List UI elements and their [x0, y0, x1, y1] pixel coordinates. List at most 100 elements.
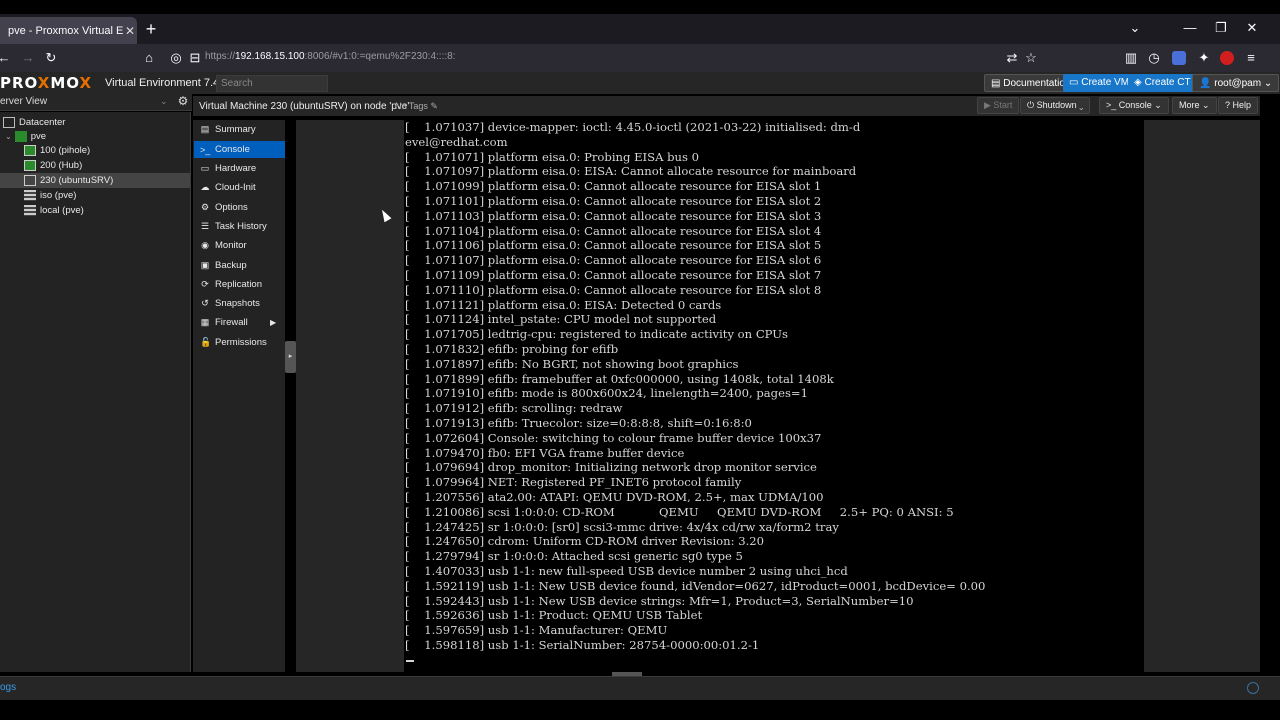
console-line: [ 1.071912] efifb: scrolling: redraw [405, 401, 623, 416]
tree-item-vm-230[interactable]: 230 (ubuntuSRV) [24, 173, 113, 188]
console-line: [ 1.072604] Console: switching to colour… [405, 430, 822, 445]
menu-item-options[interactable]: ⚙ Options [194, 199, 285, 216]
search-input[interactable]: Search [216, 75, 328, 92]
gear-icon[interactable]: ⚙ [175, 94, 191, 110]
lock-icon[interactable]: ⊟ [187, 50, 203, 66]
history-icon: ↺ [201, 298, 209, 308]
retweet-icon: ⟳ [201, 279, 209, 289]
tags-label[interactable]: No Tags ✎ [395, 101, 438, 112]
tree-item-vm-100[interactable]: 100 (pihole) [24, 143, 90, 158]
menu-item-console[interactable]: >_ Console [194, 141, 285, 158]
console-line: [ 1.247425] sr 1:0:0:0: [sr0] scsi3-mmc … [405, 519, 839, 534]
pve-header: PROXMOX Virtual Environment 7.4-3 Search… [0, 72, 1280, 94]
create-ct-button[interactable]: ◈ Create CT [1128, 74, 1197, 92]
bookmark-star-icon[interactable]: ☆ [1023, 50, 1039, 66]
proxmox-logo[interactable]: PROXMOX [0, 74, 92, 92]
record-extension-icon[interactable] [1220, 51, 1234, 65]
close-tab-icon[interactable]: ✕ [123, 24, 137, 38]
vm-running-icon [24, 160, 36, 171]
menu-item-task-history[interactable]: ☰ Task History [194, 218, 285, 235]
console-line: [ 1.207556] ata2.00: ATAPI: QEMU DVD-ROM… [405, 490, 824, 504]
user-menu-button[interactable]: 👤 root@pam ⌄ [1192, 74, 1280, 92]
reload-icon[interactable]: ↻ [43, 50, 59, 66]
tree-item-storage-local[interactable]: local (pve) [24, 203, 84, 218]
pencil-icon: ✎ [430, 101, 438, 111]
gear-icon: ⚙ [200, 202, 210, 212]
create-vm-button[interactable]: ▭ Create VM [1063, 74, 1136, 92]
chevron-down-icon[interactable]: ⌄ [160, 96, 168, 107]
console-line: [ 1.279794] sr 1:0:0:0: Attached scsi ge… [405, 549, 743, 564]
vm-icon [24, 175, 36, 186]
sidebar-icon[interactable]: ▥ [1123, 50, 1139, 66]
console-line: [ 1.247650] cdrom: Uniform CD-ROM driver… [405, 534, 765, 549]
menu-item-replication[interactable]: ⟳ Replication [194, 276, 285, 293]
datacenter-icon [3, 117, 15, 128]
collapse-menu-handle[interactable]: ▸ [285, 341, 296, 373]
menu-item-permissions[interactable]: 🔓 Permissions [194, 334, 285, 351]
console-line: [ 1.597659] usb 1-1: Manufacturer: QEMU [405, 623, 668, 638]
translate-icon[interactable]: ⇄ [1004, 50, 1020, 66]
resource-tree: Datacenter ⌄ pve 100 (pihole) 200 (Hub) 2… [0, 112, 191, 672]
vm-console-screen[interactable]: [ 1.071037] device-mapper: ioctl: 4.45.0… [404, 120, 1144, 672]
menu-item-firewall[interactable]: ▦ Firewall ▶ [194, 314, 285, 331]
console-line: [ 1.071071] platform eisa.0: Probing EIS… [405, 149, 700, 164]
tree-item-storage-iso[interactable]: iso (pve) [24, 188, 76, 203]
menu-item-summary[interactable]: ▤ Summary [194, 121, 285, 138]
view-selector-bar: erver View ⌄ ⚙ [0, 94, 192, 111]
menu-item-backup[interactable]: ▣ Backup [194, 257, 285, 274]
console-line: [ 1.071097] platform eisa.0: EISA: Canno… [405, 164, 857, 179]
console-line: [ 1.598118] usb 1-1: SerialNumber: 28754… [405, 638, 760, 652]
back-icon[interactable]: ← [0, 50, 12, 66]
log-panel-bar: ogs [0, 676, 1280, 700]
console-line: [ 1.071107] platform eisa.0: Cannot allo… [405, 253, 822, 268]
history-icon[interactable]: ◷ [1146, 50, 1162, 66]
menu-item-cloud-init[interactable]: ☁ Cloud-Init [194, 179, 285, 196]
new-tab-button[interactable]: + [142, 19, 160, 39]
unlock-icon: 🔓 [200, 337, 212, 347]
logs-toggle[interactable]: ogs [0, 682, 16, 693]
tree-item-vm-200[interactable]: 200 (Hub) [24, 158, 82, 173]
console-line: [ 1.079964] NET: Registered PF_INET6 pro… [405, 475, 742, 490]
menu-hamburger-icon[interactable]: ≡ [1243, 50, 1259, 66]
shield-icon[interactable]: ◎ [168, 50, 184, 66]
console-line: [ 1.071110] platform eisa.0: Cannot allo… [405, 282, 822, 297]
console-line: [ 1.071099] platform eisa.0: Cannot allo… [405, 179, 822, 194]
menu-item-hardware[interactable]: ▭ Hardware [194, 160, 285, 177]
minimize-window-icon[interactable]: — [1180, 20, 1200, 35]
close-window-icon[interactable]: ✕ [1242, 20, 1262, 36]
console-line: [ 1.071121] platform eisa.0: EISA: Detec… [405, 297, 722, 312]
eye-icon: ◉ [201, 240, 209, 250]
view-selector[interactable]: erver View [0, 96, 47, 107]
tree-item-datacenter[interactable]: Datacenter [3, 115, 65, 130]
console-line: [ 1.071109] platform eisa.0: Cannot allo… [405, 268, 822, 282]
floppy-icon: ▣ [200, 260, 210, 270]
console-line: evel@redhat.com [405, 134, 508, 149]
console-line: [ 1.071897] efifb: No BGRT, not showing … [405, 356, 739, 371]
url-path: :8006/#v1:0:=qemu%2F230:4::::8: [304, 51, 456, 62]
console-line: [ 1.592636] usb 1-1: Product: QEMU USB T… [405, 608, 703, 623]
console-button[interactable]: >_ Console ⌄ [1099, 97, 1169, 114]
menu-item-snapshots[interactable]: ↺ Snapshots [194, 295, 285, 312]
maximize-window-icon[interactable]: ❐ [1211, 20, 1231, 36]
console-line: [ 1.071910] efifb: mode is 800x600x24, l… [405, 386, 809, 401]
tabs-dropdown-icon[interactable]: ⌄ [1125, 20, 1145, 36]
console-line: [ 1.071705] ledtrig-cpu: registered to i… [405, 327, 789, 342]
shutdown-button[interactable]: ⏻ Shutdown ⌄ [1020, 97, 1091, 114]
home-icon[interactable]: ⌂ [141, 50, 157, 66]
browser-tab[interactable]: pve - Proxmox Virtual Environment ✕ [0, 17, 137, 44]
url-bar[interactable]: https://192.168.15.100:8006/#v1:0:=qemu%… [205, 51, 455, 62]
tree-item-pve[interactable]: ⌄ pve [5, 129, 46, 144]
console-line: [ 1.210086] scsi 1:0:0:0: CD-ROM QEMU QE… [405, 504, 954, 519]
server-icon [14, 131, 27, 142]
more-button[interactable]: More ⌄ [1172, 97, 1217, 114]
help-button[interactable]: ? Help [1218, 97, 1259, 114]
menu-item-monitor[interactable]: ◉ Monitor [194, 237, 285, 254]
content-header: Virtual Machine 230 (ubuntuSRV) on node … [193, 96, 1260, 116]
forward-icon[interactable]: → [20, 50, 36, 66]
page-title: Virtual Machine 230 (ubuntuSRV) on node … [199, 101, 410, 112]
summary-icon: ▤ [200, 124, 210, 134]
extensions-puzzle-icon[interactable]: ✦ [1196, 50, 1212, 66]
start-button[interactable]: ▶ Start [977, 97, 1020, 114]
extension-icon[interactable] [1172, 51, 1186, 65]
url-prefix: https:// [205, 51, 236, 62]
